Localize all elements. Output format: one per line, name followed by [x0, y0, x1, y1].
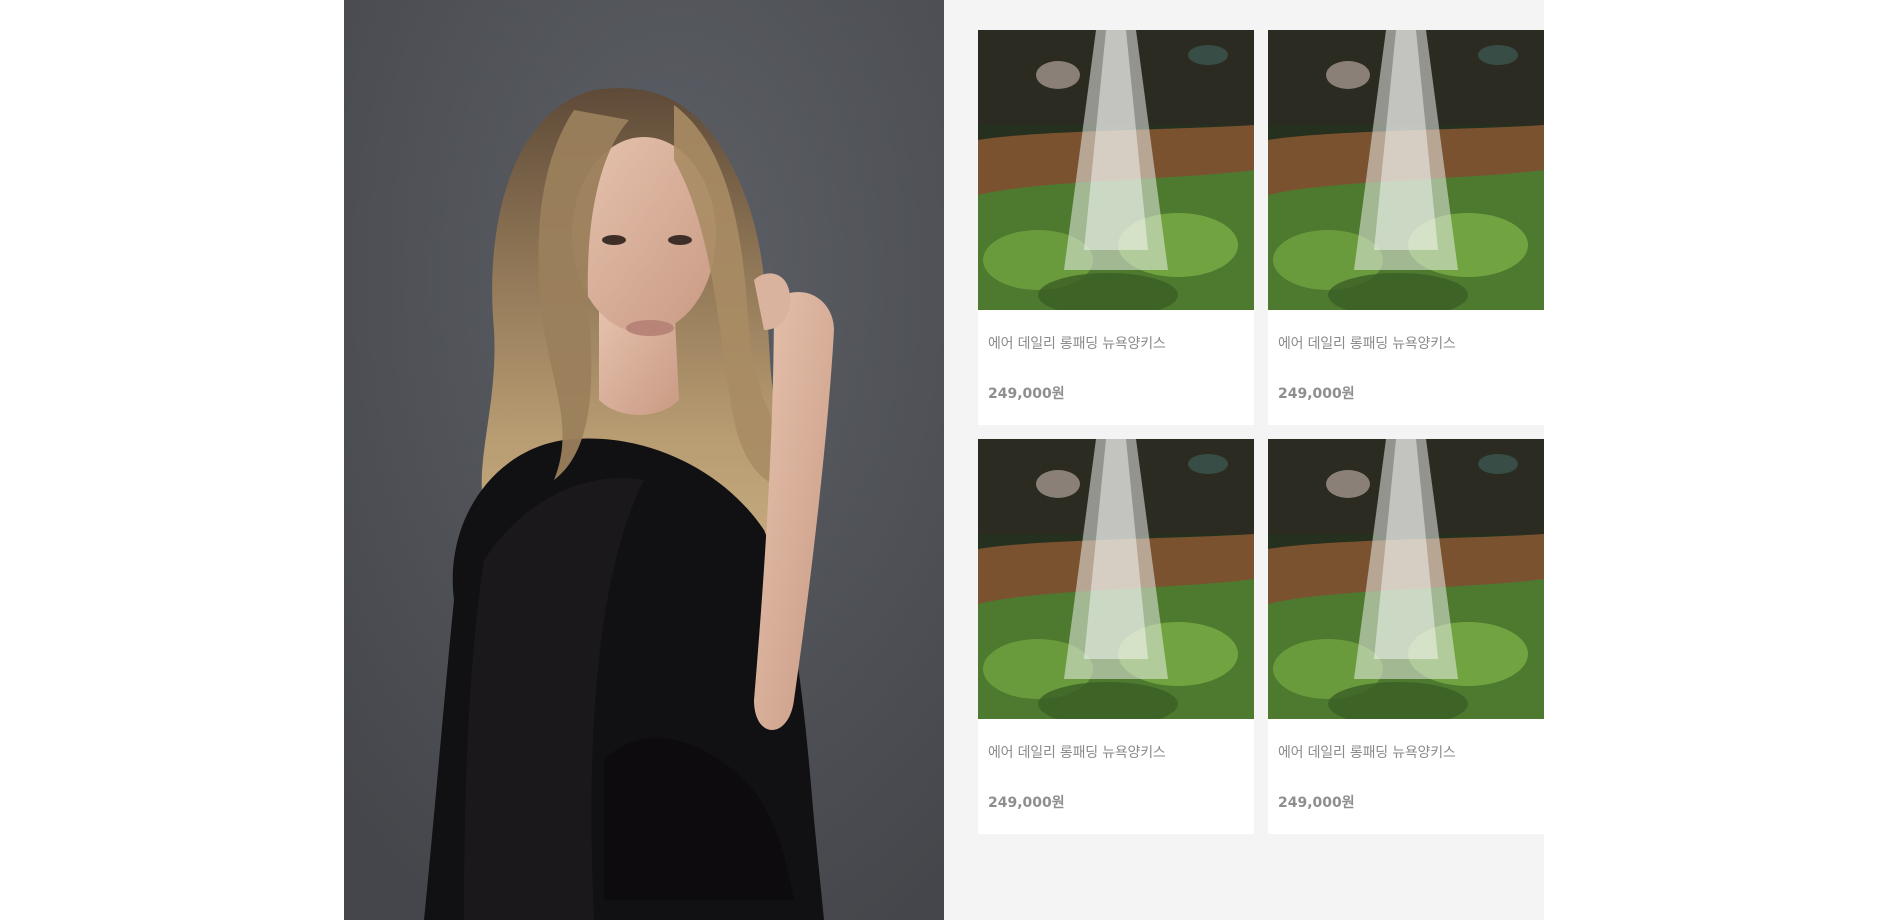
- product-card[interactable]: 에어 데일리 롱패딩 뉴욕양키스 249,000원: [978, 30, 1254, 425]
- product-showcase-section: 에어 데일리 롱패딩 뉴욕양키스 249,000원 에어 데일리 롱패딩 뉴욕양…: [344, 0, 1544, 920]
- product-name[interactable]: 에어 데일리 롱패딩 뉴욕양키스: [988, 742, 1166, 762]
- product-card[interactable]: 에어 데일리 롱패딩 뉴욕양키스 249,000원: [1268, 439, 1544, 834]
- product-name[interactable]: 에어 데일리 롱패딩 뉴욕양키스: [1278, 742, 1456, 762]
- page: 에어 데일리 롱패딩 뉴욕양키스 249,000원 에어 데일리 롱패딩 뉴욕양…: [0, 0, 1888, 920]
- product-thumbnail[interactable]: [1268, 30, 1544, 310]
- product-name[interactable]: 에어 데일리 롱패딩 뉴욕양키스: [1278, 333, 1456, 353]
- hero-model-illustration: [344, 0, 944, 920]
- product-price: 249,000원: [988, 386, 1065, 402]
- watering-plants-image: [978, 30, 1254, 310]
- product-thumbnail[interactable]: [978, 30, 1254, 310]
- watering-plants-image: [978, 439, 1254, 719]
- product-price: 249,000원: [1278, 795, 1355, 811]
- watering-plants-image: [1268, 439, 1544, 719]
- product-name[interactable]: 에어 데일리 롱패딩 뉴욕양키스: [988, 333, 1166, 353]
- product-card[interactable]: 에어 데일리 롱패딩 뉴욕양키스 249,000원: [978, 439, 1254, 834]
- product-price: 249,000원: [988, 795, 1065, 811]
- product-card[interactable]: 에어 데일리 롱패딩 뉴욕양키스 249,000원: [1268, 30, 1544, 425]
- product-price: 249,000원: [1278, 386, 1355, 402]
- product-thumbnail[interactable]: [978, 439, 1254, 719]
- hero-model-image[interactable]: [344, 0, 944, 920]
- product-thumbnail[interactable]: [1268, 439, 1544, 719]
- watering-plants-image: [1268, 30, 1544, 310]
- product-grid: 에어 데일리 롱패딩 뉴욕양키스 249,000원 에어 데일리 롱패딩 뉴욕양…: [944, 0, 1544, 920]
